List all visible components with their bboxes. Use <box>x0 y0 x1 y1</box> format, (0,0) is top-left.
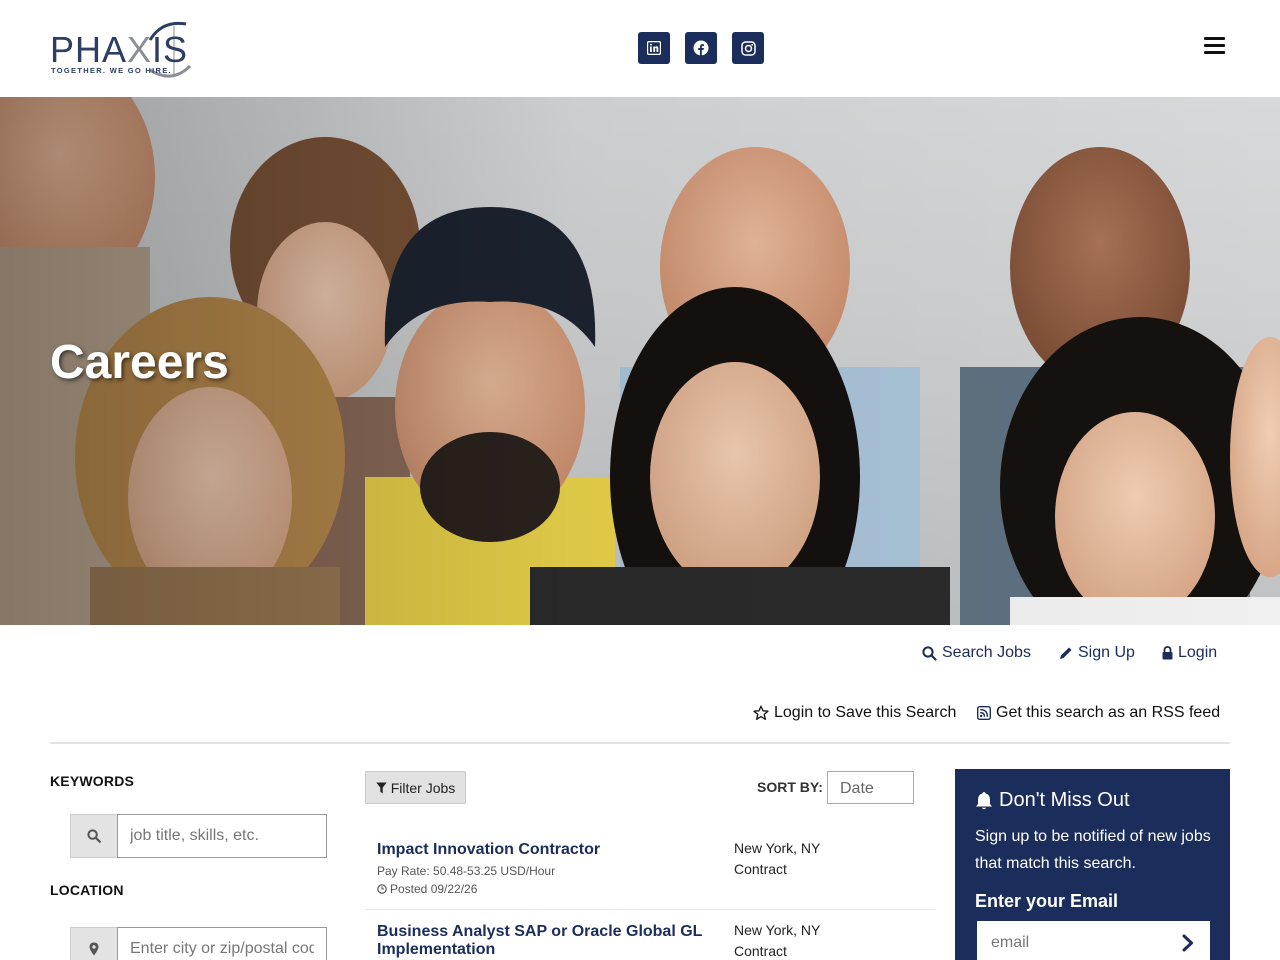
job-type: Contract <box>734 943 787 959</box>
facebook-button[interactable] <box>685 32 717 64</box>
facebook-icon <box>693 40 709 56</box>
job-type: Contract <box>734 861 787 877</box>
filter-icon <box>376 782 387 793</box>
page-title: Careers <box>50 336 229 389</box>
job-pay-rate: Pay Rate: 50.48-53.25 USD/Hour <box>377 864 556 878</box>
email-field[interactable] <box>977 921 1210 960</box>
logo-wordmark: PHAXIS <box>50 29 189 70</box>
panel-description: Sign up to be notified of new jobs that … <box>975 828 1211 872</box>
sort-select[interactable]: Date <box>827 771 914 804</box>
logo-tagline: TOGETHER. WE GO HIRE. <box>51 66 172 75</box>
location-label: LOCATION <box>50 882 124 898</box>
lock-icon <box>1162 646 1173 660</box>
hero-banner: Careers <box>0 97 1280 625</box>
linkedin-icon <box>647 41 661 55</box>
chevron-right-icon[interactable] <box>1181 934 1195 952</box>
login-link[interactable]: Login <box>1162 644 1217 662</box>
job-list-item: Impact Innovation Contractor Pay Rate: 5… <box>365 828 935 910</box>
email-label: Enter your Email <box>975 891 1119 911</box>
job-location: New York, NY <box>734 922 821 938</box>
instagram-button[interactable] <box>732 32 764 64</box>
filter-jobs-button[interactable]: Filter Jobs <box>365 771 466 804</box>
linkedin-button[interactable] <box>638 32 670 64</box>
clock-icon <box>377 884 387 894</box>
job-title-link[interactable]: Business Analyst SAP or Oracle Global GL… <box>377 923 717 959</box>
sign-up-link[interactable]: Sign Up <box>1059 644 1135 662</box>
bell-icon <box>976 791 992 809</box>
hamburger-menu-icon[interactable] <box>1204 36 1226 56</box>
keywords-label: KEYWORDS <box>50 773 135 789</box>
search-jobs-link[interactable]: Search Jobs <box>922 644 1031 662</box>
instagram-icon <box>740 40 756 56</box>
pencil-icon <box>1060 647 1072 659</box>
keywords-input[interactable] <box>117 814 327 858</box>
job-list-item: Business Analyst SAP or Oracle Global GL… <box>365 910 935 960</box>
section-divider <box>50 742 1230 744</box>
location-input[interactable] <box>117 927 327 960</box>
panel-title: Don't Miss Out <box>975 789 1130 812</box>
job-title-link[interactable]: Impact Innovation Contractor <box>377 841 717 859</box>
sort-label: SORT BY: <box>757 779 823 795</box>
keywords-addon <box>70 814 117 858</box>
map-marker-icon <box>89 942 99 956</box>
job-location: New York, NY <box>734 840 821 856</box>
search-icon <box>922 645 937 661</box>
site-header: PHAXIS TOGETHER. WE GO HIRE. <box>0 0 1280 97</box>
rss-icon <box>977 706 991 720</box>
save-search-link[interactable]: Login to Save this Search <box>753 704 956 722</box>
job-posted-date: Posted 09/22/26 <box>377 882 477 896</box>
search-icon <box>87 829 101 843</box>
star-icon <box>753 705 769 720</box>
rss-feed-link[interactable]: Get this search as an RSS feed <box>977 704 1220 722</box>
location-addon <box>70 927 117 960</box>
phaxis-logo[interactable]: PHAXIS TOGETHER. WE GO HIRE. <box>50 18 242 80</box>
job-alert-panel: Don't Miss Out Sign up to be notified of… <box>955 769 1230 960</box>
